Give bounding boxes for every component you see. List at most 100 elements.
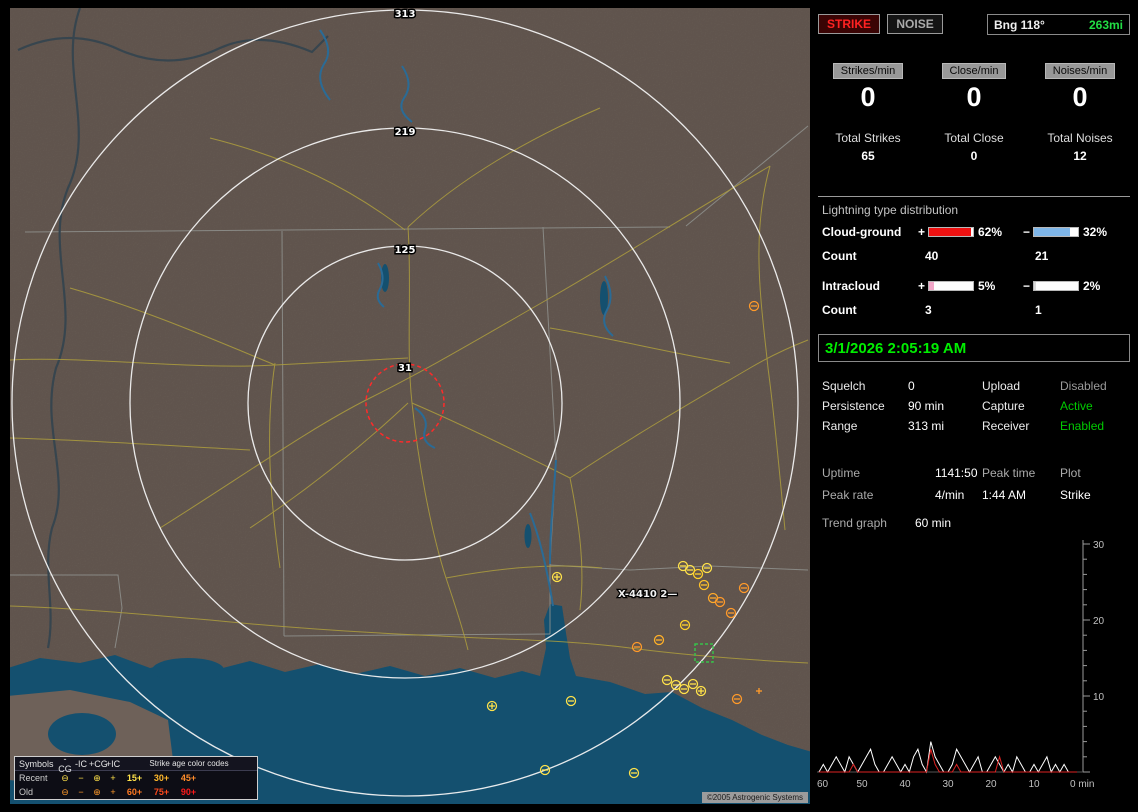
strike-mode-button[interactable]: STRIKE <box>818 14 880 34</box>
range-value: 313 mi <box>908 419 982 433</box>
y-tick-30: 30 <box>1093 540 1105 551</box>
neg-ic-icon: − <box>73 773 89 783</box>
legend-row-recent: Recent ⊖ − ⊕ + 15+ 30+ 45+ <box>15 771 257 785</box>
cg-count-label: Count <box>822 249 925 263</box>
plot-label: Plot <box>1060 466 1128 480</box>
ic-count-label: Count <box>822 303 925 317</box>
station-label: X-4410 2— <box>618 589 677 600</box>
total-noises: Total Noises 12 <box>1047 131 1112 163</box>
cg-positive-fill <box>929 228 971 236</box>
datetime-box: 3/1/2026 2:05:19 AM <box>818 334 1130 362</box>
persistence-label: Persistence <box>822 399 908 413</box>
section-divider <box>818 196 1130 197</box>
noise-mode-button[interactable]: NOISE <box>887 14 942 34</box>
close-per-min: Close/min 0 <box>942 63 1007 113</box>
strikes-per-min-value: 0 <box>833 82 903 113</box>
totals-row: Total Strikes 65 Total Close 0 Total Noi… <box>815 131 1133 163</box>
age-60: 60+ <box>121 787 148 797</box>
legend-recent-label: Recent <box>15 773 57 783</box>
map-canvas[interactable]: 313 219 125 31 X-4410 2— <box>10 8 810 804</box>
status-row-squelch: Squelch 0 Upload Disabled <box>822 376 1128 396</box>
x-tick-0: 0 min <box>1070 779 1094 790</box>
ring-label-313: 313 <box>395 9 416 20</box>
status-panel: STRIKE NOISE Bng 118° 263mi Strikes/min … <box>815 8 1133 804</box>
legend-col-pcg: +CG <box>89 759 105 769</box>
cg-count-row: Count 40 21 <box>822 249 1048 263</box>
legend-row-old: Old ⊖ − ⊕ + 60+ 75+ 90+ <box>15 785 257 799</box>
uptime-value: 1141:50 <box>935 466 982 480</box>
legend-old-label: Old <box>15 787 57 797</box>
peak-rate-label: Peak rate <box>822 488 935 502</box>
ic-negative-count: 1 <box>1035 303 1042 317</box>
cg-positive-count: 40 <box>925 249 1035 263</box>
trend-axis-ticks <box>1083 544 1090 772</box>
ic-negative-bar <box>1033 281 1079 291</box>
datetime-value: 3/1/2026 2:05:19 AM <box>825 340 966 357</box>
cloud-ground-row: Cloud-ground + 62% − 32% <box>822 225 1125 239</box>
trend-series-layer <box>819 742 1077 772</box>
x-tick-20: 20 <box>985 779 997 790</box>
ic-positive-count: 3 <box>925 303 1035 317</box>
bearing-box: Bng 118° 263mi <box>987 14 1130 35</box>
trend-series-strikes <box>819 742 1077 772</box>
ic-positive-fill <box>929 282 934 290</box>
receiver-label: Receiver <box>982 419 1060 433</box>
peak-rate-value: 4/min <box>935 488 982 502</box>
ic-count-row: Count 3 1 <box>822 303 1042 317</box>
bearing-distance: 263mi <box>1089 18 1123 32</box>
persistence-value: 90 min <box>908 399 982 413</box>
intracloud-row: Intracloud + 5% − 2% <box>822 279 1125 293</box>
uptime-grid: Uptime 1141:50 Peak time Plot Peak rate … <box>822 462 1128 506</box>
plus-sign: + <box>915 279 928 293</box>
trend-series-noises <box>819 749 1077 772</box>
peak-time-label: Peak time <box>982 466 1060 480</box>
total-close-label: Total Close <box>944 131 1003 145</box>
pos-cg-icon: ⊕ <box>89 787 105 798</box>
trend-duration-value: 60 min <box>915 516 951 530</box>
cg-positive-pct: 62% <box>974 225 1020 239</box>
legend-header: Symbols -CG -IC +CG +IC Strike age color… <box>15 757 257 771</box>
ring-label-31: 31 <box>398 363 412 374</box>
app-window: 313 219 125 31 X-4410 2— Symbols -CG -IC… <box>0 0 1138 812</box>
y-tick-10: 10 <box>1093 692 1105 703</box>
strikes-per-min: Strikes/min 0 <box>833 63 903 113</box>
total-noises-label: Total Noises <box>1047 131 1112 145</box>
total-strikes: Total Strikes 65 <box>835 131 900 163</box>
capture-label: Capture <box>982 399 1060 413</box>
status-row-range: Range 313 mi Receiver Enabled <box>822 416 1128 436</box>
minus-sign: − <box>1020 225 1033 239</box>
age-15: 15+ <box>121 773 148 783</box>
plus-sign: + <box>915 225 928 239</box>
x-tick-40: 40 <box>899 779 911 790</box>
map-panel: 313 219 125 31 X-4410 2— Symbols -CG -IC… <box>10 8 810 804</box>
x-tick-10: 10 <box>1028 779 1040 790</box>
y-tick-20: 20 <box>1093 616 1105 627</box>
strikes-per-min-label: Strikes/min <box>833 63 903 79</box>
upload-label: Upload <box>982 379 1060 393</box>
cg-positive-bar <box>928 227 974 237</box>
trend-label-row: Trend graph 60 min <box>822 516 951 530</box>
pos-ic-icon: + <box>105 787 121 797</box>
noises-per-min-value: 0 <box>1045 82 1115 113</box>
legend-col-nic: -IC <box>73 759 89 769</box>
uptime-row-1: Uptime 1141:50 Peak time Plot <box>822 462 1128 484</box>
copyright-text: ©2005 Astrogenic Systems <box>702 792 808 803</box>
mode-button-row: STRIKE NOISE Bng 118° 263mi <box>818 14 1130 36</box>
uptime-row-2: Peak rate 4/min 1:44 AM Strike <box>822 484 1128 506</box>
ic-negative-fill <box>1034 282 1036 290</box>
noises-per-min: Noises/min 0 <box>1045 63 1115 113</box>
ic-positive-pct: 5% <box>974 279 1020 293</box>
ring-label-219: 219 <box>395 127 416 138</box>
map-legend: Symbols -CG -IC +CG +IC Strike age color… <box>14 756 258 800</box>
total-close-value: 0 <box>944 149 1003 163</box>
rate-counters: Strikes/min 0 Close/min 0 Noises/min 0 <box>815 63 1133 113</box>
squelch-label: Squelch <box>822 379 908 393</box>
ring-label-125: 125 <box>395 245 416 256</box>
ic-negative-pct: 2% <box>1079 279 1125 293</box>
x-tick-60: 60 <box>817 779 829 790</box>
trend-graph: 30 20 10 60 50 40 30 20 10 0 min <box>815 538 1133 798</box>
status-row-persistence: Persistence 90 min Capture Active <box>822 396 1128 416</box>
legend-col-ncg: -CG <box>57 754 73 774</box>
pos-ic-icon: + <box>105 773 121 783</box>
age-75: 75+ <box>148 787 175 797</box>
